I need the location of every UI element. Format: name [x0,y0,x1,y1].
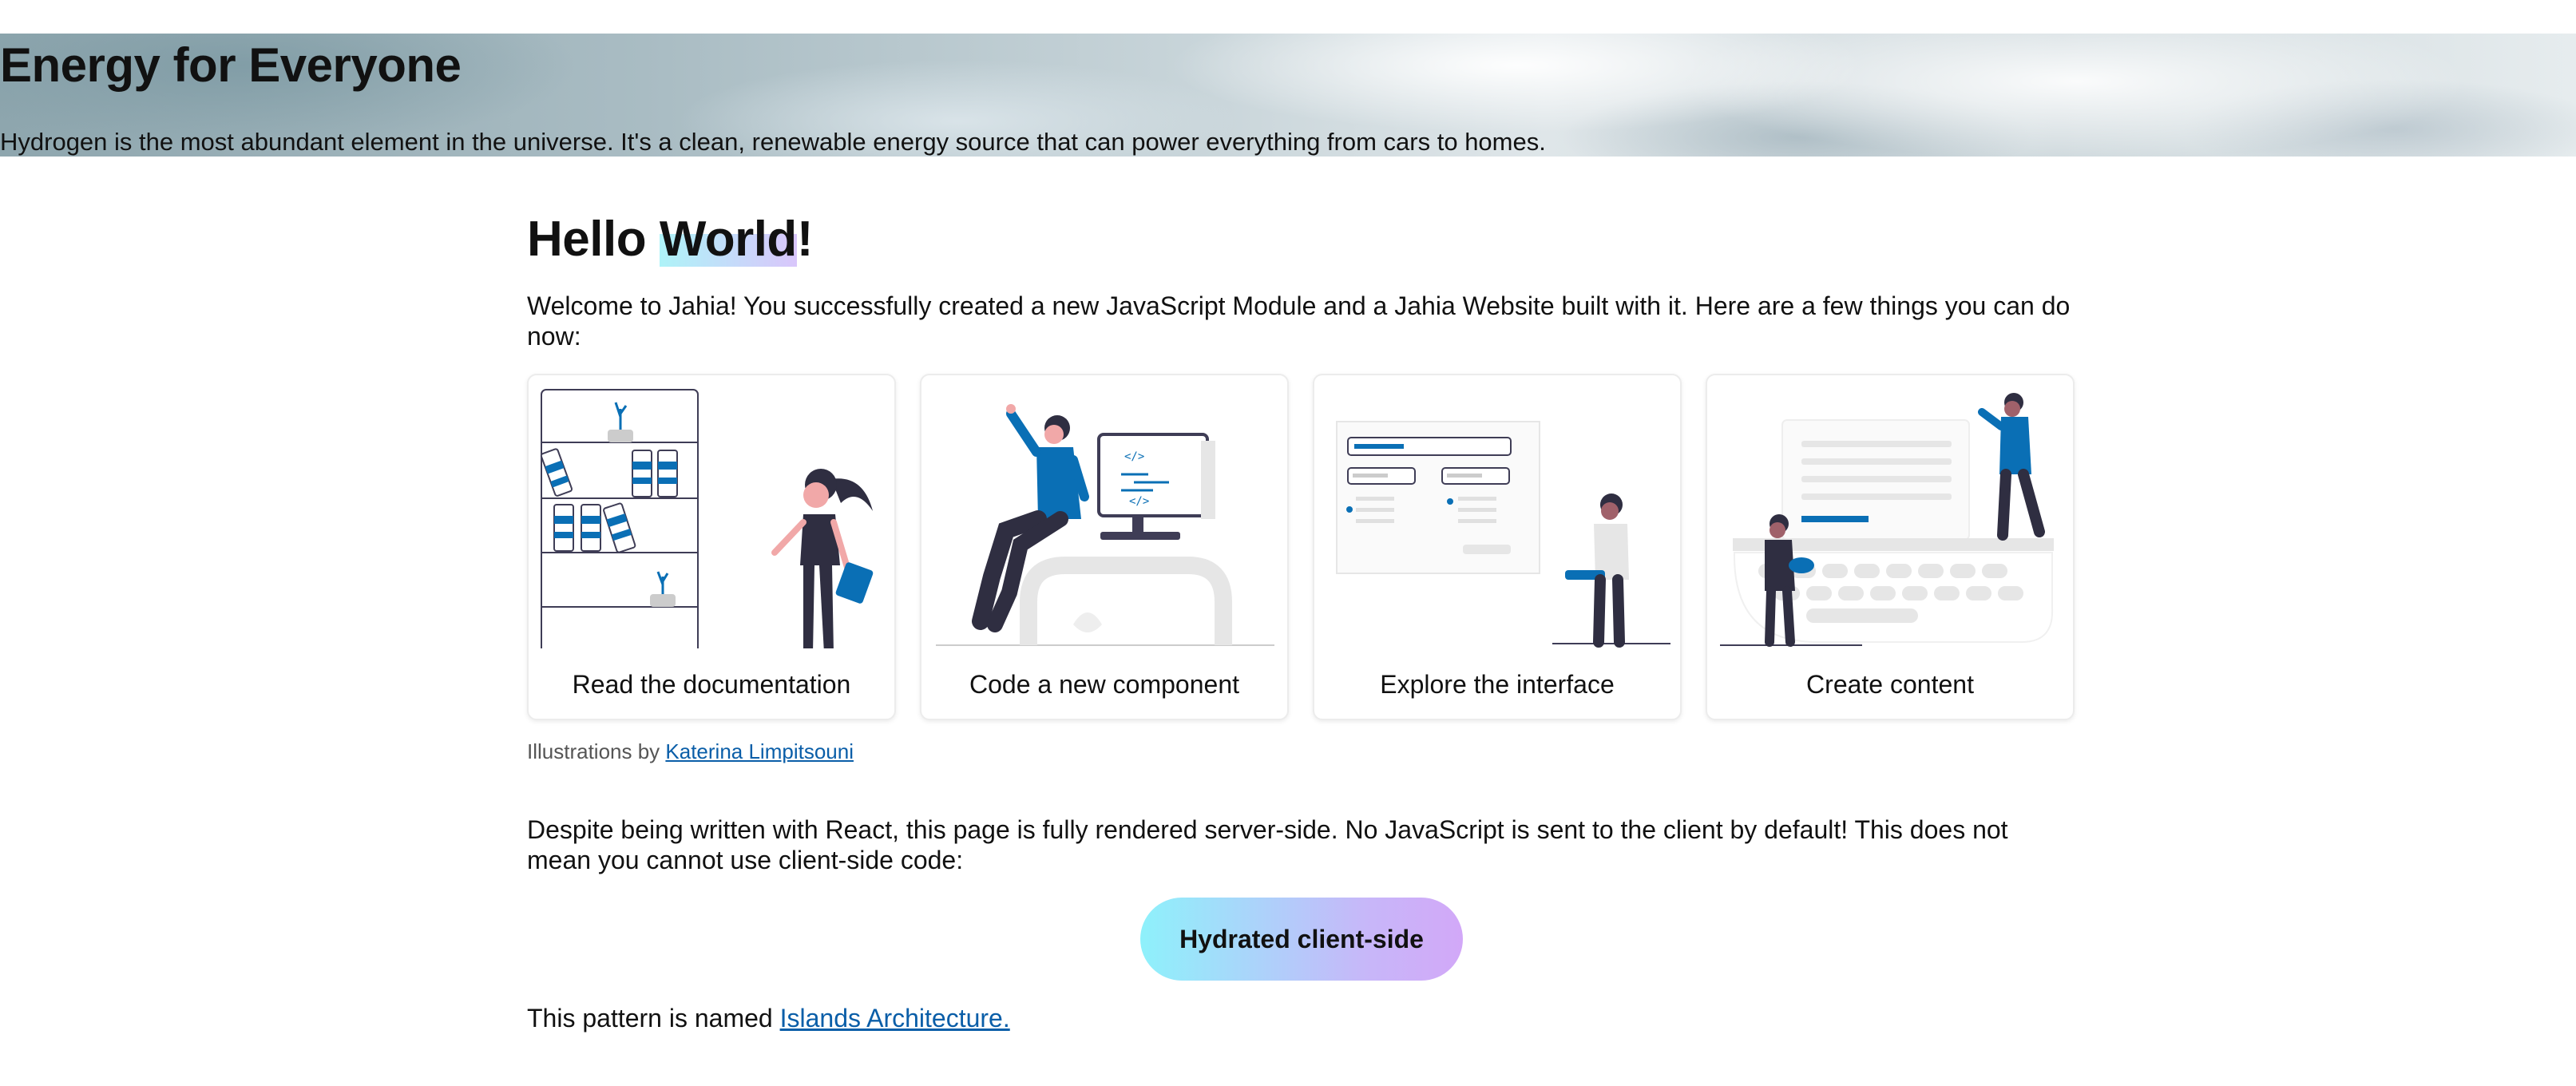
card-label: Create content [1806,670,1974,699]
heading-prefix: Hello [527,212,660,267]
credit-prefix: Illustrations by [527,739,666,763]
card-explore-interface[interactable]: Explore the interface [1313,374,1682,720]
heading-highlight: World [659,212,797,267]
hero-title: Energy for Everyone [0,38,462,92]
illustration-credit: Illustrations by Katerina Limpitsouni [527,739,854,763]
card-label: Explore the interface [1380,670,1615,699]
hero-subtitle: Hydrogen is the most abundant element in… [0,128,1546,156]
welcome-text: Welcome to Jahia! You successfully creat… [527,291,2071,351]
bookshelf-illustration [540,389,874,648]
card-label: Code a new component [969,670,1239,699]
pattern-prefix: This pattern is named [527,1004,780,1032]
coder-illustration: </> </> [936,404,1274,646]
card-read-documentation[interactable]: Read the documentation [527,374,896,720]
content-illustration [1720,393,2054,647]
islands-architecture-link[interactable]: Islands Architecture. [780,1004,1010,1032]
page-heading: Hello World! [527,208,2076,272]
card-create-content[interactable]: Create content [1706,374,2075,720]
svg-text:</>: </> [1124,450,1144,463]
interface-illustration [1336,421,1670,648]
hydrated-client-side-button[interactable]: Hydrated client-side [1140,898,1463,981]
heading-suffix: ! [796,212,814,267]
main-content: Hello World! Welcome to Jahia! You succe… [527,208,2076,1032]
svg-text:</>: </> [1129,495,1149,508]
credit-author-link[interactable]: Katerina Limpitsouni [665,739,854,763]
card-code-component[interactable]: </> </> Code a new component [920,374,1289,720]
pattern-note: This pattern is named Islands Architectu… [527,1003,1010,1033]
card-label: Read the documentation [572,670,851,699]
ssr-explanation: Despite being written with React, this p… [527,815,2008,874]
card-grid: Read the documentation </> </> Code a ne… [527,374,2076,720]
